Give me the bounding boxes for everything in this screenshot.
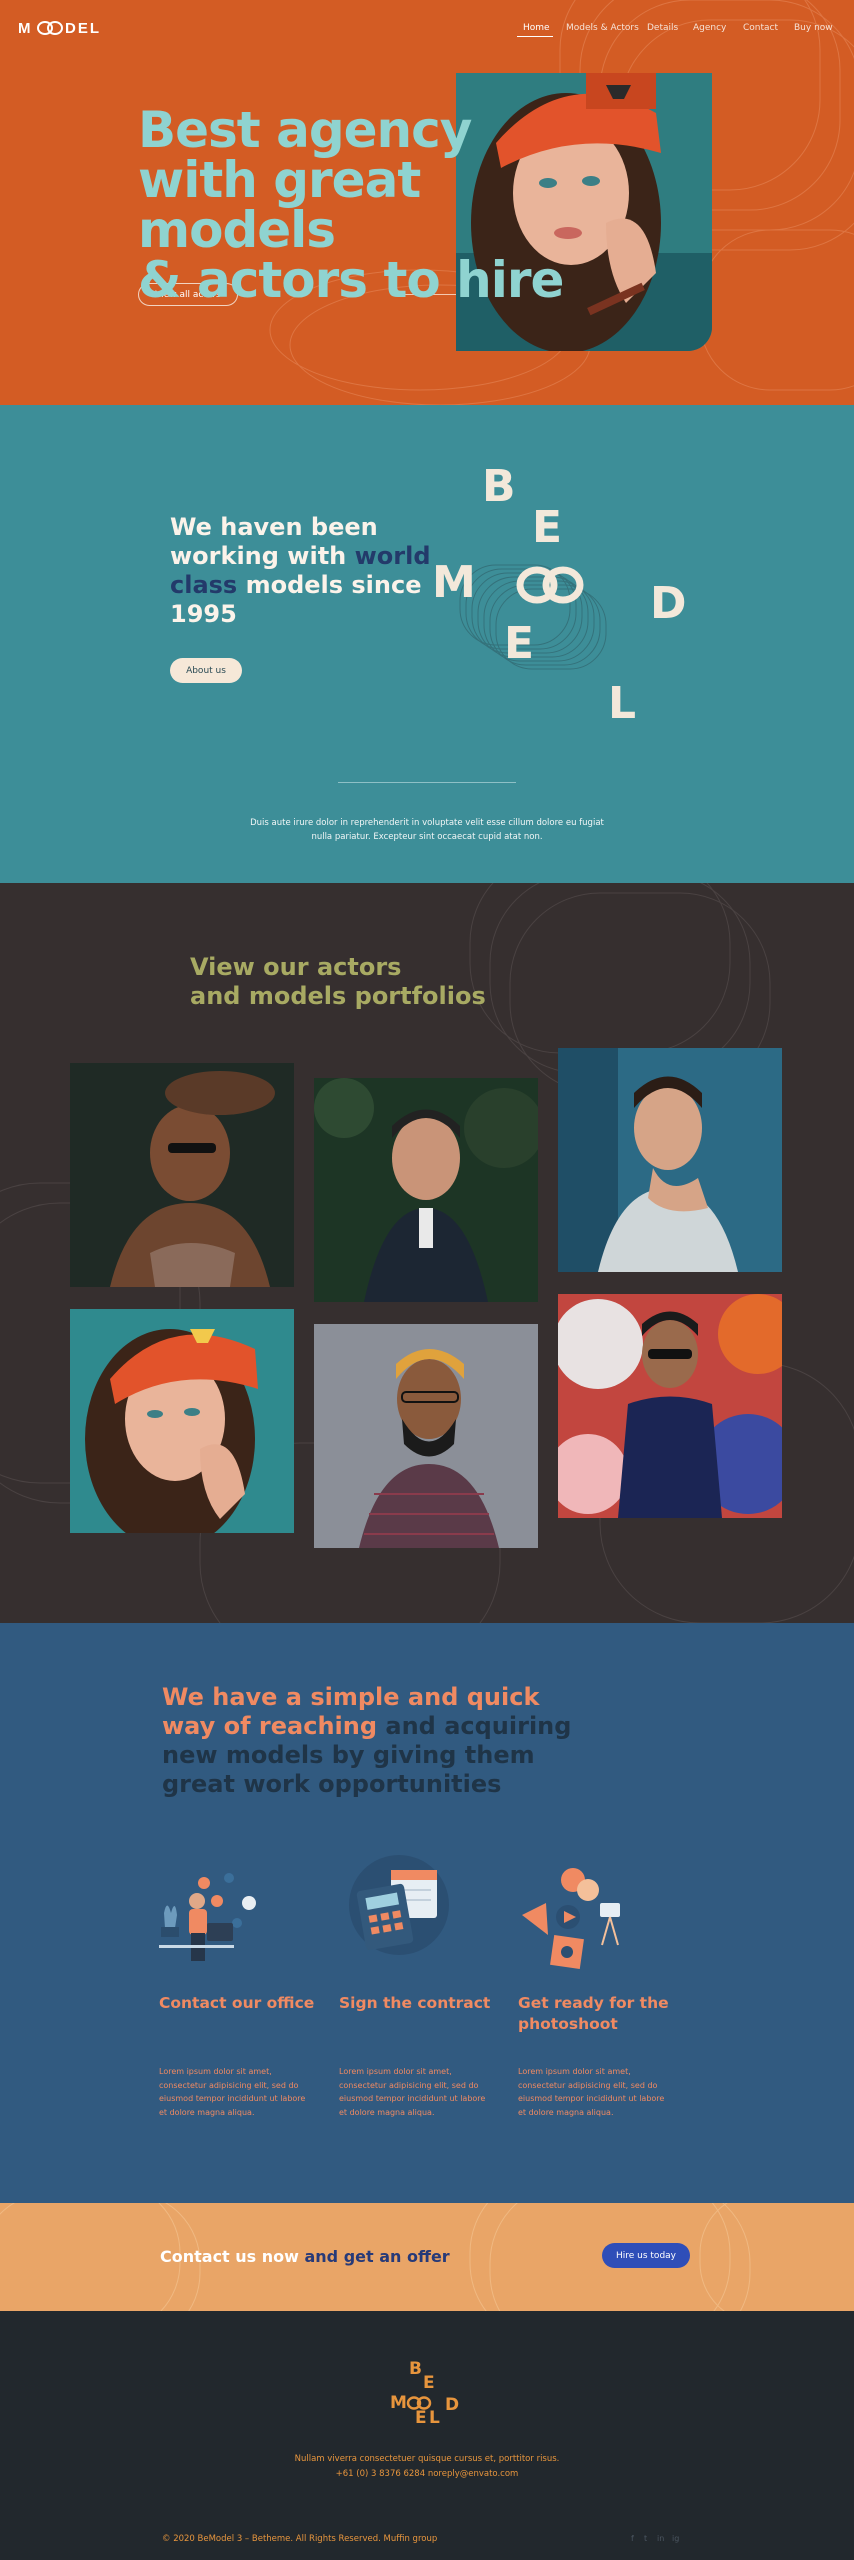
step-2-text: Lorem ipsum dolor sit amet, consectetur … — [339, 2067, 486, 2117]
logo-letter-l: L — [608, 678, 636, 729]
logo-letter-d: D — [650, 578, 687, 629]
portfolio-title: View our actors and models portfolios — [190, 953, 486, 1011]
footer-logo[interactable]: B E M D E L — [387, 2357, 467, 2437]
footer-logo-e: E — [423, 2373, 435, 2393]
portfolio-title-line-2: and models portfolios — [190, 982, 486, 1010]
portfolio-tile-6[interactable] — [558, 1294, 782, 1518]
logo-letter-b: B — [482, 461, 516, 512]
footer-copyright: © 2020 BeModel 3 – Betheme. All Rights R… — [162, 2534, 438, 2544]
footer-contact-line[interactable]: +61 (0) 3 8376 6284 noreply@envato.com — [227, 2467, 627, 2482]
step-2-title: Sign the contract — [339, 1994, 491, 2012]
portfolio-tile-1[interactable] — [70, 1063, 294, 1287]
portfolio-section: View our actors and models portfolios — [0, 883, 854, 1623]
footer-logo-m: M — [390, 2393, 407, 2413]
nav-active-underline — [517, 36, 553, 37]
nav-agency[interactable]: Agency — [693, 23, 726, 33]
hero-title: Best agency with great models & actors t… — [138, 105, 618, 305]
step-1-title: Contact our office — [159, 1994, 315, 2012]
about-title: We haven been working with world class m… — [170, 513, 440, 629]
nav-home[interactable]: Home — [523, 23, 550, 33]
footer: B E M D E L Nullam viverra consectetuer … — [0, 2311, 854, 2560]
portfolio-tile-4[interactable] — [70, 1309, 294, 1533]
footer-logo-e2: E — [415, 2408, 427, 2428]
contract-calculator-icon — [349, 1855, 449, 1955]
hire-us-button[interactable]: Hire us today — [602, 2243, 690, 2268]
hero-title-line-1: Best agency — [138, 101, 472, 159]
step-3-title: Get ready for the photoshoot — [518, 1994, 669, 2033]
hero-section: M DEL Home Models & Actors Details Agenc… — [0, 0, 854, 405]
portfolio-tile-3[interactable] — [558, 1048, 782, 1272]
logo-letter-e: E — [532, 502, 562, 553]
nav-details[interactable]: Details — [647, 23, 678, 33]
footer-logo-l: L — [429, 2408, 440, 2428]
about-divider — [338, 782, 516, 783]
instagram-icon[interactable]: ig — [672, 2534, 679, 2543]
nav-buy-now[interactable]: Buy now — [794, 23, 833, 33]
hero-title-line-2: with great models — [138, 151, 421, 259]
hero-title-line-3: & actors to hire — [138, 251, 564, 309]
linkedin-icon[interactable]: in — [657, 2534, 664, 2543]
cta-section: Contact us now and get an offer Hire us … — [0, 2203, 854, 2311]
contact-illustration-icon — [159, 1873, 256, 1961]
portfolio-tile-5[interactable] — [314, 1324, 538, 1548]
cta-text: Contact us now and get an offer — [160, 2247, 450, 2266]
about-section: We haven been working with world class m… — [0, 405, 854, 883]
portfolio-tile-2[interactable] — [314, 1078, 538, 1302]
photoshoot-illustration-icon — [522, 1868, 620, 1969]
nav-models-actors[interactable]: Models & Actors — [566, 23, 639, 33]
step-3-text: Lorem ipsum dolor sit amet, consectetur … — [518, 2067, 665, 2117]
step-1-text: Lorem ipsum dolor sit amet, consectetur … — [159, 2067, 306, 2117]
facebook-icon[interactable]: f — [631, 2534, 634, 2543]
footer-address: Nullam viverra consectetuer quisque curs… — [227, 2452, 627, 2482]
portfolio-title-line-1: View our actors — [190, 953, 402, 981]
cta-text-main: Contact us now — [160, 2247, 299, 2266]
about-title-part-1: We haven been working with — [170, 513, 378, 570]
about-text: Duis aute irure dolor in reprehenderit i… — [250, 818, 604, 842]
nav-contact[interactable]: Contact — [743, 23, 778, 33]
twitter-icon[interactable]: t — [644, 2534, 647, 2543]
cta-text-highlight: and get an offer — [298, 2247, 450, 2266]
about-us-button[interactable]: About us — [170, 658, 242, 683]
process-section: We have a simple and quick way of reachi… — [0, 1623, 854, 2203]
footer-logo-b: B — [409, 2359, 422, 2379]
logo-letter-m: M — [432, 557, 476, 608]
process-title: We have a simple and quick way of reachi… — [162, 1683, 582, 1799]
footer-logo-d: D — [445, 2395, 459, 2415]
logo-letter-e2: E — [504, 618, 534, 669]
main-nav: Home Models & Actors Details Agency Cont… — [0, 23, 854, 37]
bemodel-logo-graphic: B E M D E L — [432, 461, 687, 729]
footer-address-line-1: Nullam viverra consectetuer quisque curs… — [294, 2454, 560, 2464]
